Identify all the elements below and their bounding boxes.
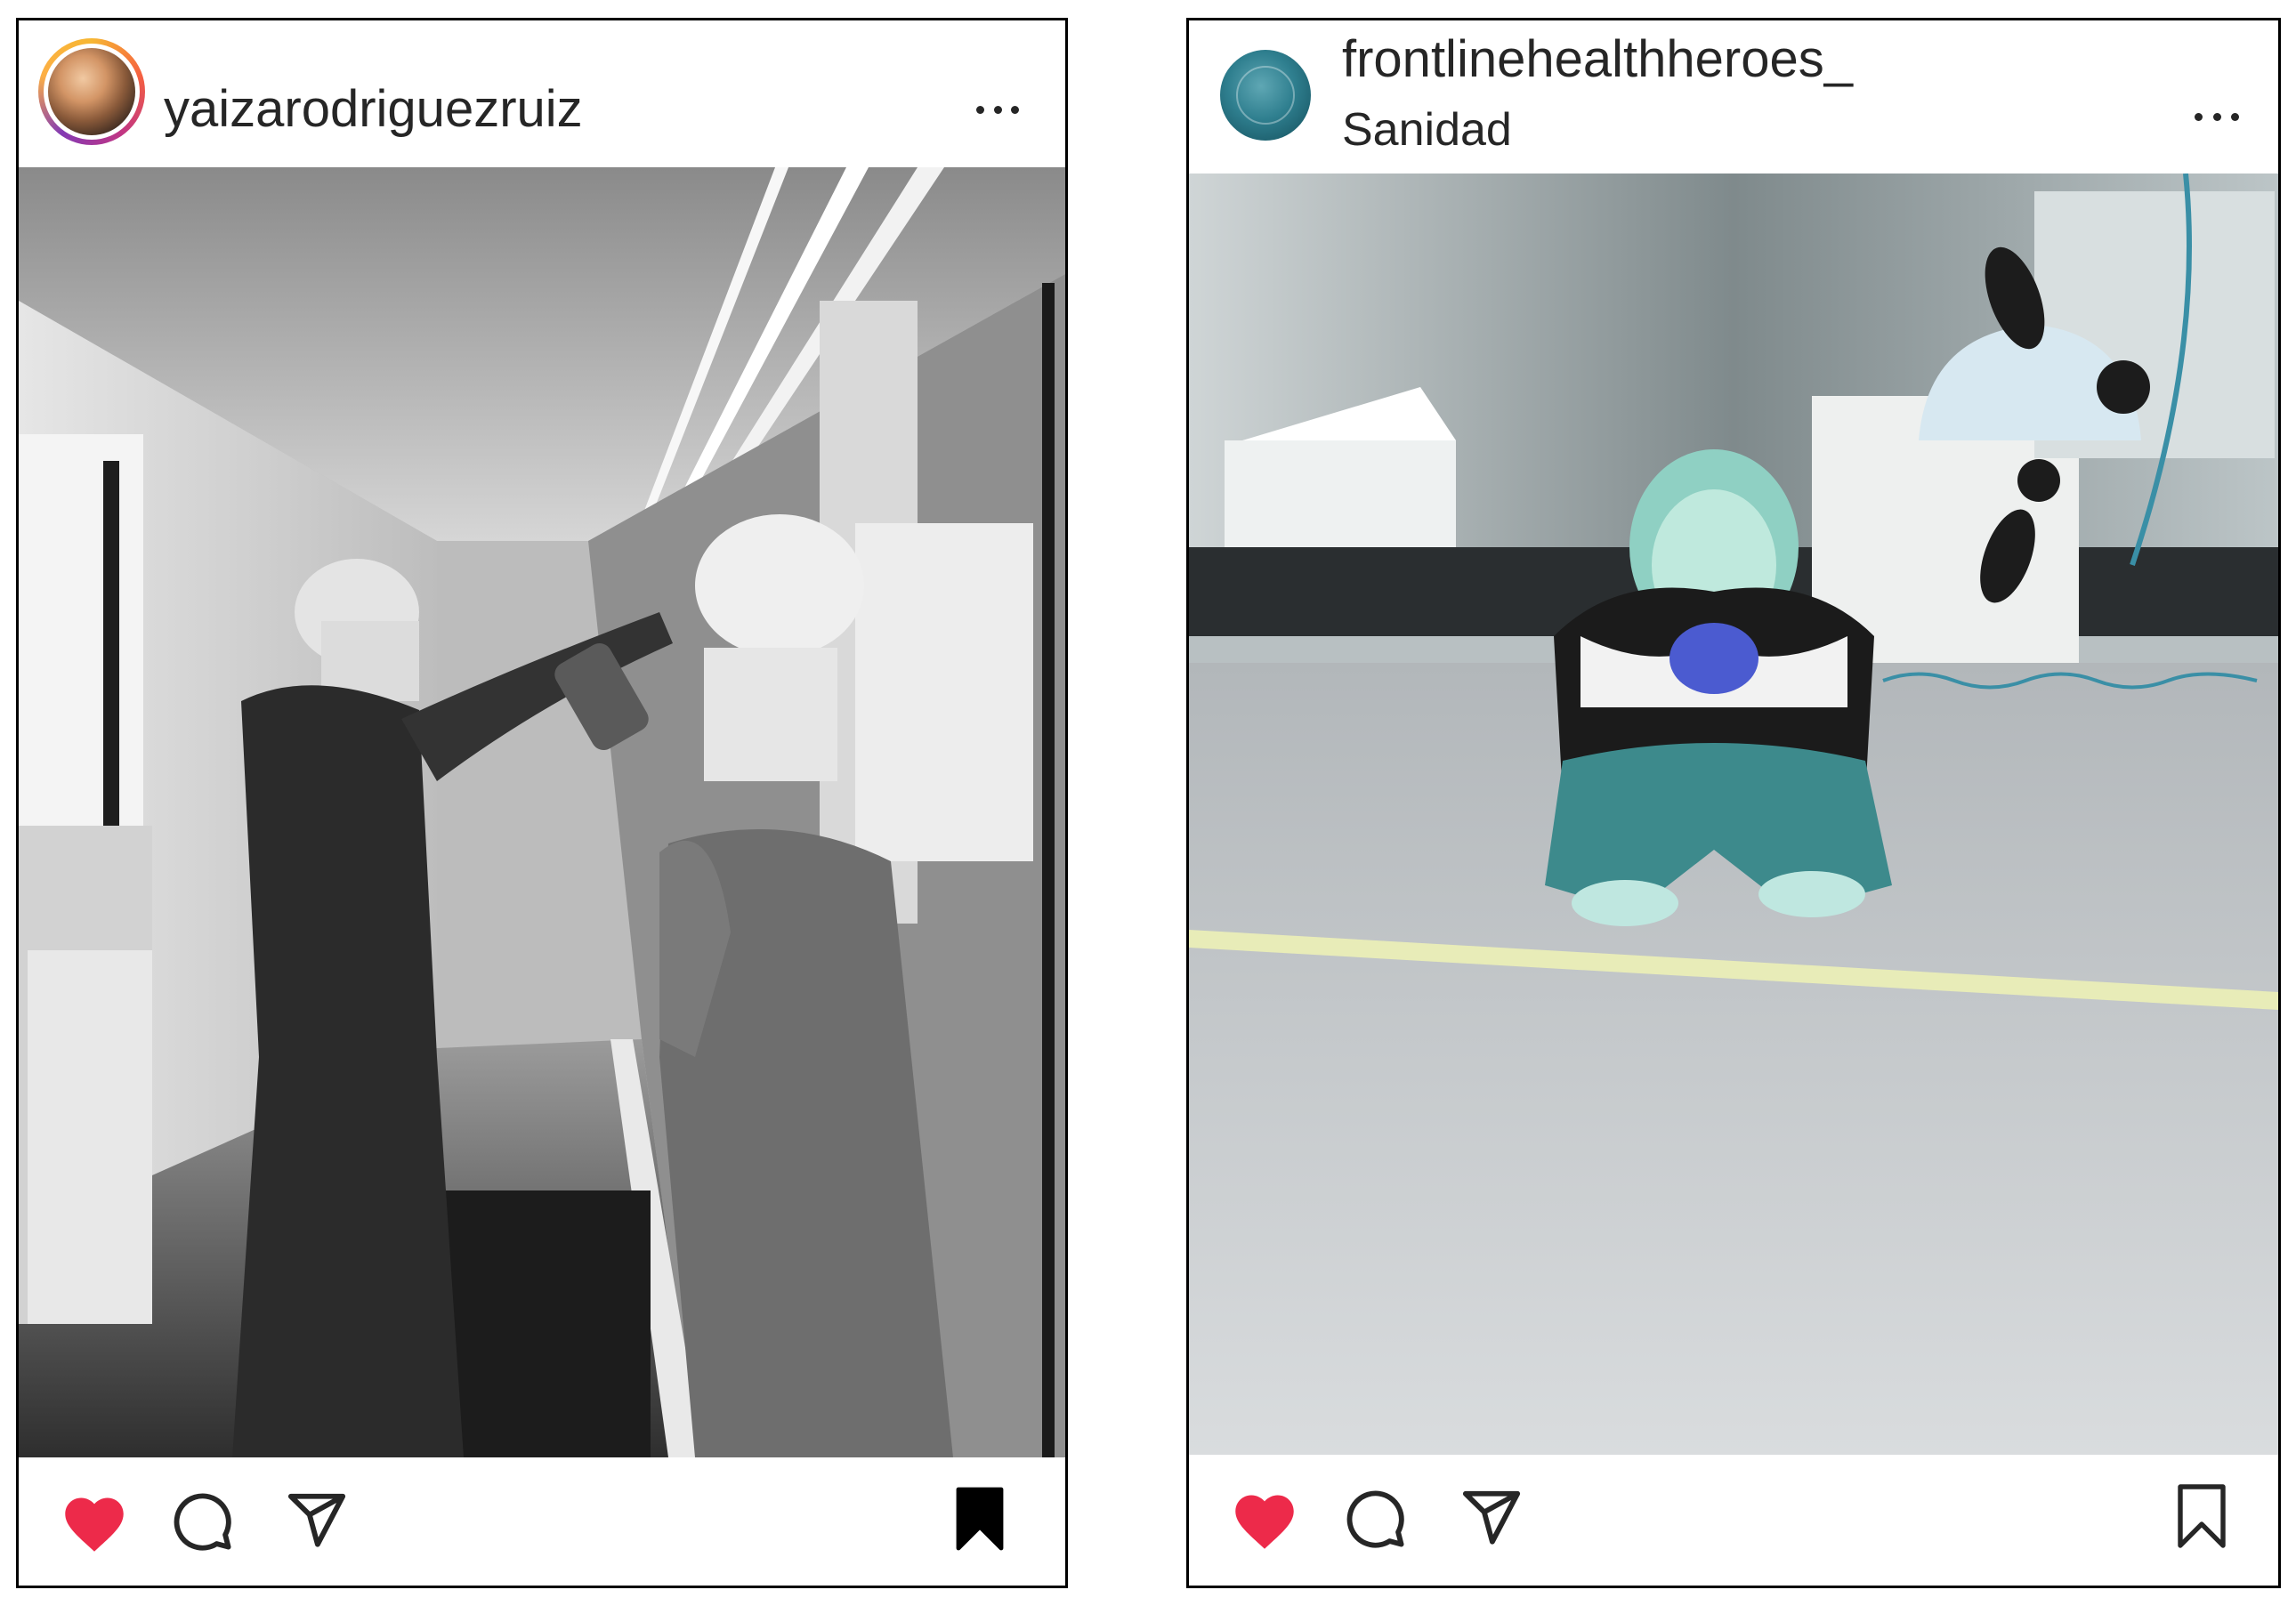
location-label[interactable]: Sanidad xyxy=(1342,103,1512,157)
bookmark-icon[interactable] xyxy=(951,1487,1008,1551)
post-header: yaizarodriguezruiz xyxy=(19,20,1065,167)
username[interactable]: frontlinehealthheroes_ xyxy=(1342,29,1853,89)
post-image[interactable] xyxy=(19,167,1065,1457)
avatar[interactable] xyxy=(1220,50,1311,141)
heart-icon[interactable] xyxy=(1229,1488,1300,1552)
share-icon[interactable] xyxy=(286,1489,348,1551)
post-actions xyxy=(1189,1452,2278,1586)
heart-icon[interactable] xyxy=(59,1490,130,1554)
more-options-icon[interactable] xyxy=(976,92,1019,127)
post-header: frontlinehealthheroes_ Sanidad xyxy=(1189,20,2278,174)
comment-icon[interactable] xyxy=(1345,1488,1407,1550)
more-options-icon[interactable] xyxy=(2195,99,2239,134)
avatar[interactable] xyxy=(38,38,145,145)
username[interactable]: yaizarodriguezruiz xyxy=(164,79,583,139)
post-card-1: yaizarodriguezruiz xyxy=(16,18,1068,1588)
post-image[interactable] xyxy=(1189,174,2278,1455)
post-actions xyxy=(19,1455,1065,1586)
share-icon[interactable] xyxy=(1460,1486,1523,1548)
post-card-2: frontlinehealthheroes_ Sanidad xyxy=(1186,18,2281,1588)
bookmark-icon[interactable] xyxy=(2173,1484,2230,1548)
comment-icon[interactable] xyxy=(172,1490,234,1553)
